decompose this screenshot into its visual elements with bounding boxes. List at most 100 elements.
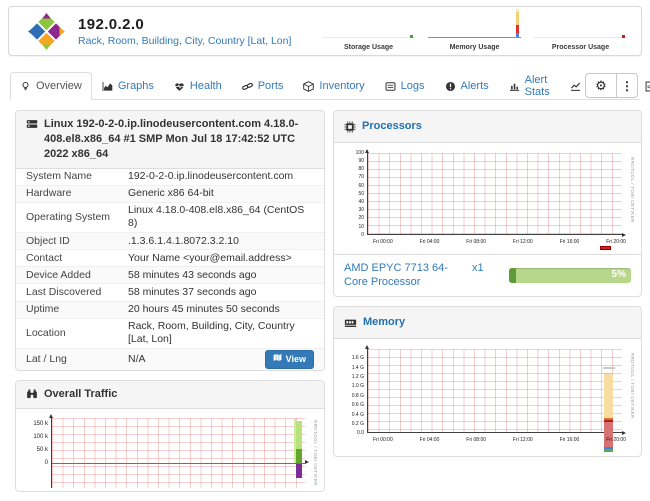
processors-panel-header: Processors xyxy=(334,111,641,143)
y-axis-arrow xyxy=(49,414,53,418)
memory-y-axis: 1.6 G1.4 G1.2 G1.0 G0.8 G0.6 G0.4 G0.2 G… xyxy=(342,358,364,433)
cpu-y-axis: 1009080706050403020100 xyxy=(342,153,364,235)
tick-label: Fri 20:00 xyxy=(606,239,626,245)
system-info-table: System Name192-0-2-0.ip.linodeuserconten… xyxy=(16,169,324,371)
tick-label: Fri 00:00 xyxy=(373,239,393,245)
memory-usage-sparkline[interactable] xyxy=(428,12,521,43)
tick-label: Fri 08:00 xyxy=(466,239,486,245)
tab-inventory[interactable]: Inventory xyxy=(293,72,374,100)
row-label: Contact xyxy=(26,252,128,265)
lightbulb-icon xyxy=(20,81,31,92)
row-label: Uptime xyxy=(26,303,128,316)
memory-plot-area xyxy=(367,349,622,433)
tab-ports[interactable]: Ports xyxy=(232,72,294,100)
row-value: .1.3.6.1.4.1.8072.3.2.10 xyxy=(128,235,314,248)
cpu-count: x1 xyxy=(472,262,484,274)
device-location-link[interactable]: Rack, Room, Building, City, Country [Lat… xyxy=(78,35,291,47)
storage-usage-column: Storage Usage xyxy=(322,12,415,51)
tab-label: Ports xyxy=(258,80,284,92)
row-value: 192-0-2-0.ip.linodeusercontent.com xyxy=(128,170,314,183)
processors-panel-title: Processors xyxy=(362,119,422,134)
traffic-panel-header: Overall Traffic xyxy=(16,381,324,409)
row-label: Hardware xyxy=(26,187,128,200)
row-label: System Name xyxy=(26,170,128,183)
system-row-location: LocationRack, Room, Building, City, Coun… xyxy=(16,318,324,348)
row-label: Last Discovered xyxy=(26,286,128,299)
row-value: Linux 4.18.0-408.el8.x86_64 (CentOS 8) xyxy=(128,204,314,230)
row-label: Object ID xyxy=(26,235,128,248)
tick-label: Fri 04:00 xyxy=(420,437,440,443)
processor-usage-sparkline[interactable] xyxy=(534,12,627,43)
row-value: Generic x86 64-bit xyxy=(128,187,314,200)
system-row-hardware: HardwareGeneric x86 64-bit xyxy=(16,185,324,202)
memory-icon xyxy=(344,317,357,329)
tab-bar: Overview Graphs Health Ports Inventory Logs Al… xyxy=(10,72,640,100)
more-actions-button[interactable]: ⋮ xyxy=(617,74,637,97)
cpu-summary-row: AMD EPYC 7713 64-Core Processor x1 5% xyxy=(334,254,641,297)
tick-label: Fri 08:00 xyxy=(466,437,486,443)
kebab-menu-icon: ⋮ xyxy=(621,79,633,93)
tab-label: Overview xyxy=(36,80,82,92)
tab-label: Alert Stats xyxy=(525,74,550,98)
memory-panel-header: Memory xyxy=(334,307,641,339)
tab-label: Logs xyxy=(401,80,425,92)
cpu-plot-area xyxy=(367,153,622,235)
processor-usage-column: Processor Usage xyxy=(534,12,627,51)
tab-label: Inventory xyxy=(319,80,364,92)
view-location-button[interactable]: View xyxy=(265,350,314,368)
settings-button[interactable]: ⚙ xyxy=(586,74,617,97)
tab-alerts[interactable]: Alerts xyxy=(435,72,499,100)
device-hostname[interactable]: 192.0.2.0 xyxy=(78,16,291,33)
system-row-system-name: System Name192-0-2-0.ip.linodeuserconten… xyxy=(16,169,324,185)
bar-chart-icon xyxy=(509,81,520,92)
row-value: N/A xyxy=(128,353,265,366)
traffic-zero-line xyxy=(52,463,305,464)
heartbeat-icon xyxy=(174,81,185,92)
storage-usage-label: Storage Usage xyxy=(322,44,415,51)
processors-graph[interactable]: 1009080706050403020100 Fri 00:00Fri 04:0… xyxy=(340,151,635,251)
tab-overview[interactable]: Overview xyxy=(10,72,92,100)
traffic-inbound-avg xyxy=(296,449,302,463)
tick-label: Fri 00:00 xyxy=(373,437,393,443)
system-row-operating-system: Operating SystemLinux 4.18.0-408.el8.x86… xyxy=(16,202,324,232)
memory-usage-column: Memory Usage xyxy=(428,12,521,51)
storage-usage-sparkline[interactable] xyxy=(322,12,415,43)
system-row-lat-lng: Lat / LngN/AView xyxy=(16,348,324,370)
cube-icon xyxy=(303,81,314,92)
binoculars-icon xyxy=(26,388,38,400)
row-label: Device Added xyxy=(26,269,128,282)
server-icon xyxy=(26,118,38,130)
system-row-uptime: Uptime20 hours 45 minutes 50 seconds xyxy=(16,301,324,318)
tab-label: Alerts xyxy=(461,80,489,92)
tick-label: Fri 16:00 xyxy=(560,239,580,245)
tab-label: Graphs xyxy=(118,80,154,92)
cpu-x-axis: Fri 00:00Fri 04:00Fri 08:00Fri 12:00Fri … xyxy=(373,239,626,245)
system-row-device-added: Device Added58 minutes 43 seconds ago xyxy=(16,266,324,283)
map-icon xyxy=(273,353,282,365)
device-titles: 192.0.2.0 Rack, Room, Building, City, Co… xyxy=(78,16,291,47)
sparkline-baseline xyxy=(428,37,521,38)
device-header-card: 192.0.2.0 Rack, Room, Building, City, Co… xyxy=(8,6,642,56)
memory-graph[interactable]: 1.6 G1.4 G1.2 G1.0 G0.8 G0.6 G0.4 G0.2 G… xyxy=(340,347,635,453)
area-chart-icon xyxy=(102,81,113,92)
y-axis-arrow xyxy=(365,149,369,153)
x-axis-arrow xyxy=(622,233,626,237)
row-value: Your Name <your@email.address> xyxy=(128,252,314,265)
y-axis-arrow xyxy=(365,345,369,349)
tick-label: Fri 12:00 xyxy=(513,437,533,443)
rrdtool-watermark: RRDTOOL / TOBI OETIKER xyxy=(630,353,635,419)
x-axis-arrow xyxy=(622,431,626,435)
sparkline-baseline xyxy=(322,37,415,38)
row-value: Rack, Room, Building, City, Country [Lat… xyxy=(128,320,314,346)
row-value: 58 minutes 43 seconds ago xyxy=(128,269,314,282)
tab-health[interactable]: Health xyxy=(164,72,232,100)
tick-label: Fri 16:00 xyxy=(560,437,580,443)
cpu-name-link[interactable]: AMD EPYC 7713 64-Core Processor xyxy=(344,261,456,290)
tab-logs[interactable]: Logs xyxy=(375,72,435,100)
row-label: Lat / Lng xyxy=(26,353,128,366)
system-row-contact: ContactYour Name <your@email.address> xyxy=(16,249,324,266)
tab-graphs[interactable]: Graphs xyxy=(92,72,164,100)
tab-alert-stats[interactable]: Alert Stats xyxy=(499,72,560,100)
cpu-usage-bar: 5% xyxy=(509,268,631,283)
memory-total-line xyxy=(603,367,615,369)
